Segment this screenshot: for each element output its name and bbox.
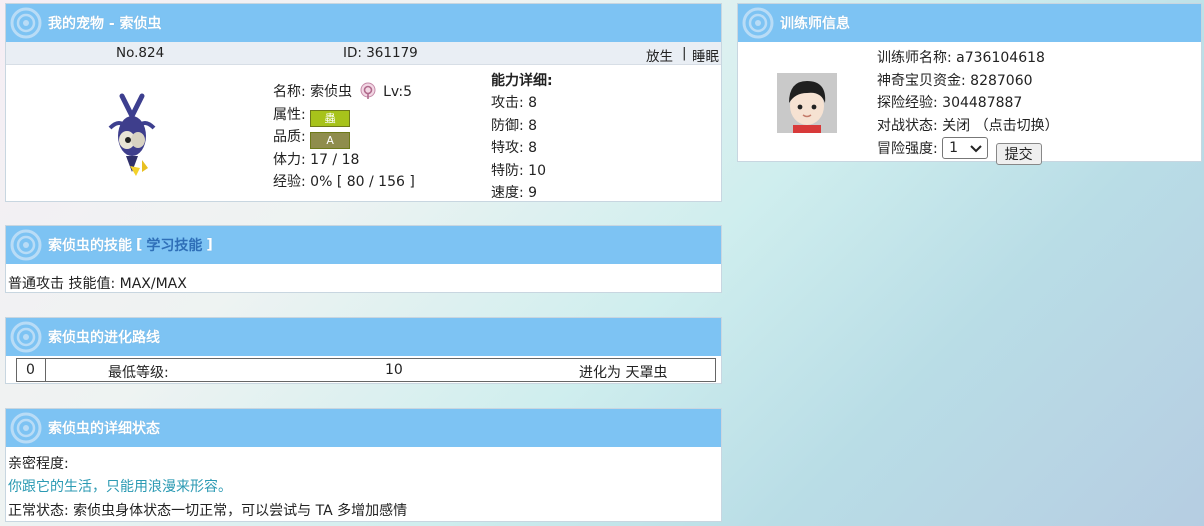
- evolution-table: 0 最低等级: 10 进化为 天罩虫: [16, 358, 716, 382]
- pet-sprite-image: [108, 93, 156, 176]
- sleep-link[interactable]: 睡眠: [692, 45, 719, 65]
- gender-icon: [360, 82, 376, 99]
- stat-value: 9: [528, 185, 538, 201]
- bracket-close: ]: [206, 237, 213, 253]
- risk-selected-value: 1: [949, 140, 959, 156]
- stat-sp-attack: 特攻: 8: [491, 137, 537, 157]
- stat-sp-defense: 特防: 10: [491, 160, 546, 180]
- stat-label: 攻击:: [491, 95, 524, 111]
- risk-label: 冒险强度:: [877, 141, 938, 157]
- battle-status-toggle[interactable]: 对战状态: 关闭 （点击切换）: [877, 115, 1059, 135]
- skills-panel: 索侦虫的技能 [ 学习技能 ] 普通攻击 技能值: MAX/MAX: [5, 225, 722, 293]
- pokeball-logo-icon: [10, 321, 42, 353]
- evo-target: 进化为 天罩虫: [579, 365, 668, 381]
- chevron-down-icon: [970, 145, 982, 153]
- trainer-panel-title: 训练师信息: [780, 16, 850, 32]
- status-panel: 索侦虫的详细状态 亲密程度: 你跟它的生活，只能用浪漫来形容。 正常状态: 索侦…: [5, 408, 722, 522]
- exp-label: 经验:: [273, 174, 306, 190]
- status-panel-header: 索侦虫的详细状态: [6, 409, 721, 447]
- stat-label: 速度:: [491, 185, 524, 201]
- stat-value: 8: [528, 118, 538, 134]
- stat-label: 特攻:: [491, 140, 524, 156]
- pet-id: ID: 361179: [343, 45, 418, 61]
- pet-panel: 我的宠物 - 索侦虫 No.824 ID: 361179 放生 | 睡眠 名称:…: [5, 3, 722, 202]
- stats-title: 能力详细:: [491, 73, 553, 89]
- exp-value: 0% [ 80 / 156 ]: [310, 174, 415, 190]
- trainer-avatar: [777, 73, 837, 133]
- skills-panel-title: 索侦虫的技能: [48, 238, 132, 254]
- hp-label: 体力:: [273, 152, 306, 168]
- stat-label: 防御:: [491, 118, 524, 134]
- trainer-explore-exp: 探险经验: 304487887: [877, 95, 1023, 111]
- quality-badge: A: [310, 132, 351, 149]
- bracket-open: [: [136, 237, 143, 253]
- risk-row: 冒险强度: 1 提交: [877, 137, 1042, 165]
- link-divider: |: [682, 45, 687, 61]
- stat-speed: 速度: 9: [491, 182, 537, 202]
- stat-value: 8: [528, 95, 538, 111]
- pokeball-logo-icon: [10, 7, 42, 39]
- stat-attack: 攻击: 8: [491, 92, 537, 112]
- skill-line: 普通攻击 技能值: MAX/MAX: [8, 276, 187, 292]
- skills-panel-header: 索侦虫的技能 [ 学习技能 ]: [6, 226, 721, 264]
- quality-row: 品质: A: [273, 126, 351, 149]
- hp-value: 17 / 18: [310, 152, 360, 168]
- name-label: 名称:: [273, 84, 306, 100]
- status-panel-title: 索侦虫的详细状态: [48, 421, 160, 437]
- trainer-panel-header: 训练师信息: [738, 4, 1201, 42]
- stat-value: 10: [528, 163, 546, 179]
- pet-name: 索侦虫: [310, 84, 353, 100]
- pet-level: Lv:5: [383, 84, 413, 100]
- release-link[interactable]: 放生: [646, 45, 673, 65]
- exp-row: 经验: 0% [ 80 / 156 ]: [273, 171, 415, 191]
- evolution-panel-header: 索侦虫的进化路线: [6, 318, 721, 356]
- evolution-panel-title: 索侦虫的进化路线: [48, 330, 160, 346]
- evo-index: 0: [26, 362, 35, 378]
- submit-button[interactable]: 提交: [995, 143, 1042, 165]
- trainer-funds: 神奇宝贝资金: 8287060: [877, 73, 1033, 89]
- stat-value: 8: [528, 140, 538, 156]
- pokeball-logo-icon: [10, 229, 42, 261]
- hp-row: 体力: 17 / 18: [273, 149, 359, 169]
- evolution-panel: 索侦虫的进化路线 0 最低等级: 10 进化为 天罩虫: [5, 317, 722, 384]
- learn-skill-link[interactable]: 学习技能: [146, 235, 202, 255]
- stat-label: 特防:: [491, 163, 524, 179]
- pokeball-logo-icon: [10, 412, 42, 444]
- intimacy-text: 你跟它的生活，只能用浪漫来形容。: [8, 479, 232, 495]
- trainer-name: 训练师名称: a736104618: [877, 50, 1045, 66]
- attribute-badge: 蟲: [310, 110, 351, 127]
- pet-name-row: 名称: 索侦虫 Lv:5: [273, 81, 412, 101]
- attribute-label: 属性:: [273, 107, 306, 123]
- evo-min-level-label: 最低等级:: [108, 365, 169, 381]
- quality-label: 品质:: [273, 129, 306, 145]
- stat-defense: 防御: 8: [491, 115, 537, 135]
- pokeball-logo-icon: [742, 7, 774, 39]
- pet-panel-title: 我的宠物 - 索侦虫: [48, 16, 162, 32]
- evo-level: 10: [385, 362, 403, 378]
- trainer-panel: 训练师信息 训练师名称: a736104618 神奇宝贝资金: 8287060 …: [737, 3, 1202, 165]
- intimacy-label: 亲密程度:: [8, 456, 69, 472]
- attribute-row: 属性: 蟲: [273, 104, 351, 127]
- normal-status: 正常状态: 索侦虫身体状态一切正常，可以尝试与 TA 多增加感情: [8, 503, 408, 519]
- risk-select[interactable]: 1: [942, 137, 989, 159]
- pet-panel-header: 我的宠物 - 索侦虫: [6, 4, 721, 42]
- pet-number: No.824: [116, 45, 165, 61]
- pet-info-bar: No.824 ID: 361179 放生 | 睡眠: [6, 42, 721, 65]
